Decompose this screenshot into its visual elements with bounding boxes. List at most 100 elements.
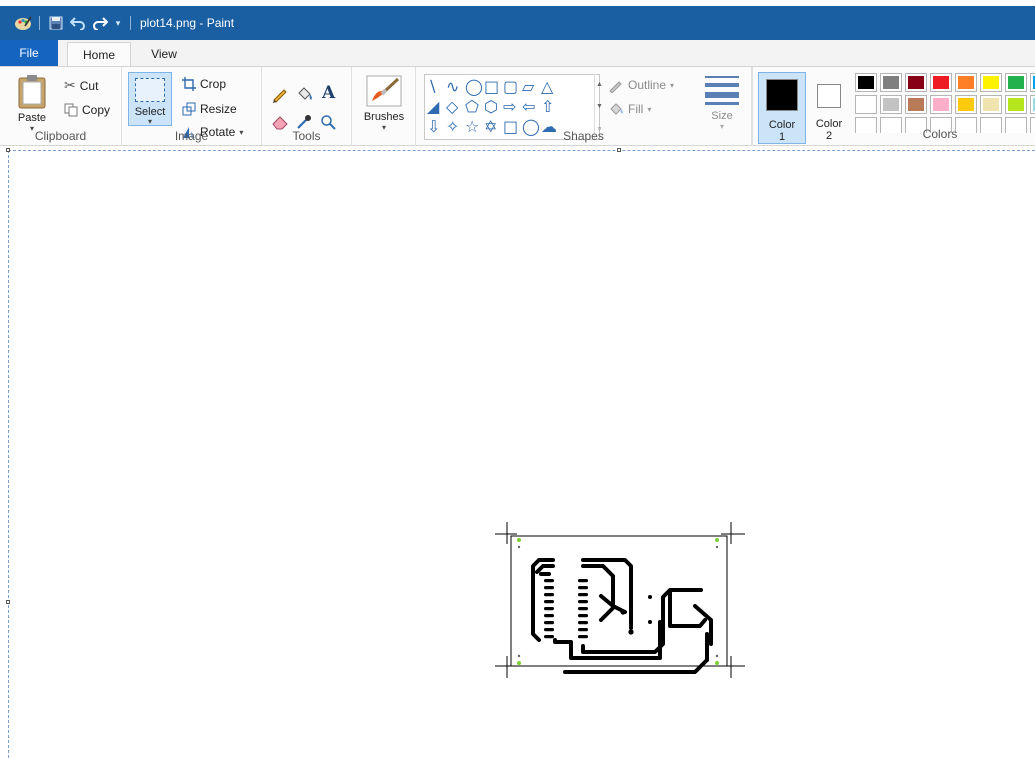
tools-group: A Tools <box>262 67 352 146</box>
paste-button[interactable]: Paste ▾ <box>12 73 52 133</box>
cut-button[interactable]: ✂ Cut <box>64 77 98 94</box>
palette-swatch[interactable] <box>855 95 877 114</box>
palette-swatch[interactable] <box>980 73 1002 92</box>
palette-swatch[interactable] <box>855 117 877 133</box>
up-arrow-shape-icon[interactable]: ⇧ <box>541 98 554 116</box>
diamond-shape-icon[interactable]: ◇ <box>446 98 458 116</box>
oval-shape-icon[interactable]: ◯ <box>465 78 483 96</box>
palette-swatch[interactable] <box>1005 95 1027 114</box>
undo-icon[interactable] <box>67 12 89 34</box>
shapes-group-label: Shapes <box>563 129 604 143</box>
curve-shape-icon[interactable]: ∿ <box>446 78 459 96</box>
palette-swatch[interactable] <box>1030 73 1035 92</box>
resize-icon <box>182 102 196 116</box>
fill-dropdown-icon[interactable]: ▾ <box>647 105 651 114</box>
palette-swatch-fill <box>958 76 974 89</box>
brushes-button[interactable]: Brushes ▾ <box>360 75 408 132</box>
copy-icon <box>64 103 78 117</box>
hexagon-shape-icon[interactable]: ⬡ <box>484 98 498 116</box>
outline-pencil-icon <box>609 81 622 93</box>
polygon-shape-icon[interactable]: ▱ <box>522 78 534 96</box>
palette-swatch[interactable] <box>955 73 977 92</box>
resize-button[interactable]: Resize <box>182 102 237 116</box>
color1-label-line2: 1 <box>778 131 786 143</box>
rounded-rectangle-shape-icon[interactable]: ▢ <box>503 78 518 96</box>
scroll-down-icon[interactable]: ▼ <box>596 103 603 110</box>
select-dropdown-icon[interactable]: ▾ <box>129 117 171 126</box>
palette-swatch[interactable] <box>905 95 927 114</box>
paste-label: Paste <box>17 112 47 124</box>
brushes-dropdown-icon[interactable]: ▾ <box>382 123 386 132</box>
color1-swatch <box>766 79 798 111</box>
palette-swatch-fill <box>883 76 899 89</box>
palette-swatch[interactable] <box>930 95 952 114</box>
qat-separator <box>39 16 40 30</box>
pencil-icon[interactable] <box>271 85 289 106</box>
line-shape-icon[interactable]: ∖ <box>427 78 437 96</box>
line-size-icon <box>705 76 739 105</box>
size-button[interactable]: Size ▾ <box>698 73 746 131</box>
palette-swatch-fill <box>983 98 999 111</box>
palette-swatch-fill <box>858 76 874 89</box>
canvas-resize-handle-top[interactable] <box>617 148 621 152</box>
canvas-resize-handle-corner[interactable] <box>6 148 10 152</box>
palette-swatch-fill <box>933 76 949 89</box>
outline-button[interactable]: Outline ▾ <box>608 77 674 93</box>
palette-swatch[interactable] <box>855 73 877 92</box>
qat-customize-icon[interactable]: ▾ <box>111 12 125 34</box>
image-group: Select ▾ Crop Resize Rotate ▾ Image <box>122 67 262 146</box>
pcb-layout-drawing <box>495 522 745 678</box>
brushes-label: Brushes <box>363 111 405 123</box>
size-group-divider <box>752 67 753 146</box>
cut-label: Cut <box>79 78 99 93</box>
tab-view[interactable]: View <box>136 42 192 66</box>
size-dropdown-icon[interactable]: ▾ <box>720 122 724 131</box>
resize-label: Resize <box>200 102 237 116</box>
palette-swatch-fill <box>958 98 974 111</box>
fill-bucket-icon[interactable] <box>295 85 313 106</box>
palette-swatch[interactable] <box>880 73 902 92</box>
palette-swatch[interactable] <box>955 95 977 114</box>
palette-swatch[interactable] <box>1005 73 1027 92</box>
palette-swatch[interactable] <box>1005 117 1027 133</box>
palette-swatch[interactable] <box>930 73 952 92</box>
fill-label: Fill <box>628 102 644 116</box>
color1-button[interactable]: Color 1 <box>758 72 806 144</box>
rectangle-shape-icon[interactable]: □ <box>484 78 499 96</box>
canvas-resize-handle-left[interactable] <box>6 600 10 604</box>
palette-swatch-fill <box>933 98 949 111</box>
select-button[interactable]: Select ▾ <box>128 72 172 126</box>
right-arrow-shape-icon[interactable]: ⇨ <box>503 98 516 116</box>
canvas-workspace[interactable] <box>0 147 1035 758</box>
palette-swatch-fill <box>908 76 924 89</box>
pentagon-shape-icon[interactable]: ⬠ <box>465 98 479 116</box>
palette-swatch[interactable] <box>880 95 902 114</box>
tab-home[interactable]: Home <box>67 42 131 66</box>
fill-button[interactable]: Fill ▾ <box>608 101 651 117</box>
palette-swatch-fill <box>883 98 899 111</box>
clipboard-group-label: Clipboard <box>34 129 87 143</box>
palette-swatch-fill <box>1008 98 1024 111</box>
redo-icon[interactable] <box>89 12 111 34</box>
size-label: Size <box>711 110 733 122</box>
left-arrow-shape-icon[interactable]: ⇦ <box>522 98 535 116</box>
palette-swatch-fill <box>858 98 874 111</box>
color2-button[interactable]: Color 2 <box>808 72 850 144</box>
crop-button[interactable]: Crop <box>182 77 226 91</box>
text-tool-icon[interactable]: A <box>322 83 335 103</box>
ribbon: Paste ▾ ✂ Cut Copy Clipboard Select ▾ Cr… <box>0 66 1035 146</box>
tab-file[interactable]: File <box>0 40 58 66</box>
outline-dropdown-icon[interactable]: ▾ <box>670 81 674 90</box>
palette-swatch[interactable] <box>1030 117 1035 133</box>
copy-button[interactable]: Copy <box>64 103 110 117</box>
palette-swatch[interactable] <box>1030 95 1035 114</box>
palette-swatch[interactable] <box>905 73 927 92</box>
scroll-up-icon[interactable]: ▲ <box>596 81 603 88</box>
paint-app-icon[interactable] <box>12 12 34 34</box>
palette-swatch[interactable] <box>980 95 1002 114</box>
save-icon[interactable] <box>45 12 67 34</box>
color1-label-line1: Color <box>768 119 796 131</box>
triangle-shape-icon[interactable]: △ <box>541 78 553 96</box>
right-triangle-shape-icon[interactable]: ◢ <box>427 98 439 116</box>
clipboard-group: Paste ▾ ✂ Cut Copy Clipboard <box>0 67 122 146</box>
